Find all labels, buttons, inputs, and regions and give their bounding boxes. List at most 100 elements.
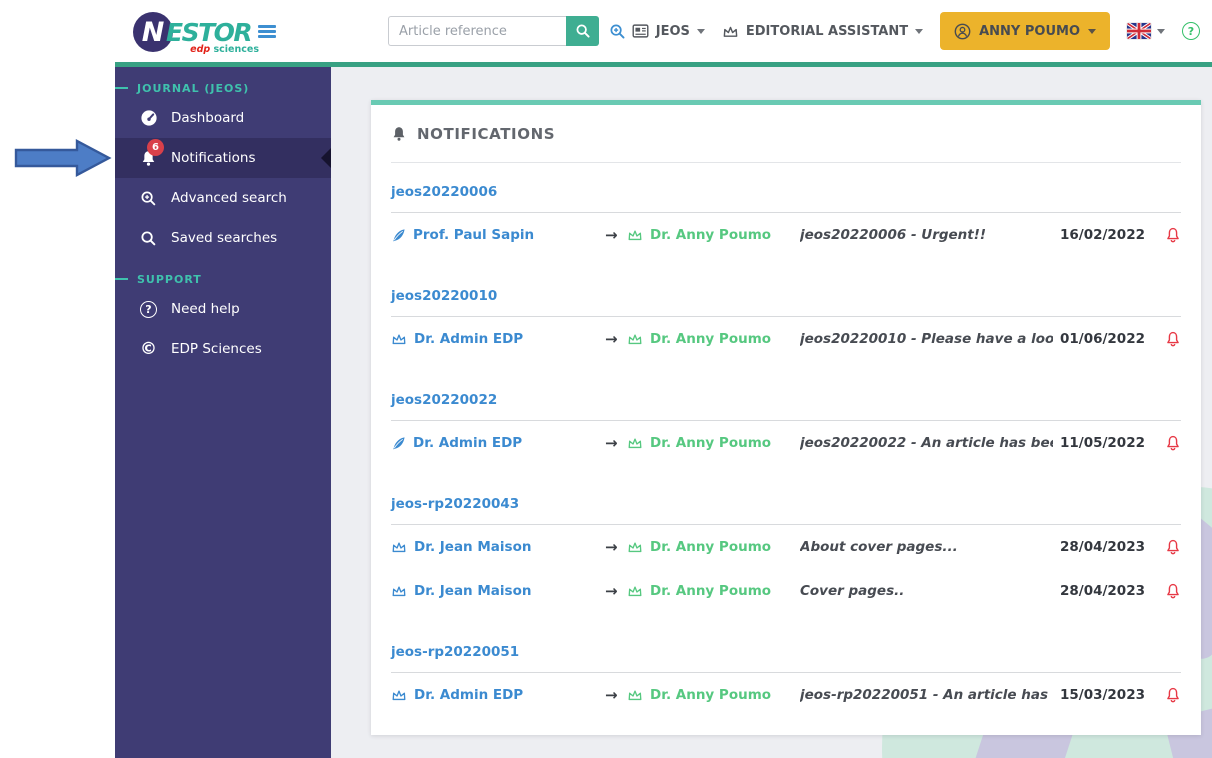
header-underline: [115, 62, 1212, 67]
role-label: EDITORIAL ASSISTANT: [745, 23, 909, 39]
notification-row[interactable]: Dr. Jean Maison → Dr. Anny Poumo Cover p…: [391, 569, 1181, 613]
crown-icon: [627, 332, 643, 346]
notification-date: 11/05/2022: [1059, 435, 1145, 451]
article-reference-link[interactable]: jeos20220010: [391, 287, 1181, 317]
unread-bell-icon[interactable]: [1145, 227, 1181, 244]
header-right-cluster: JEOS EDITORIAL ASSISTANT ANNY POUMO ?: [632, 0, 1200, 62]
user-menu-button[interactable]: ANNY POUMO: [940, 12, 1110, 50]
panel-title: NOTIFICATIONS: [417, 124, 556, 143]
arrow-right-icon: →: [605, 434, 618, 452]
notification-subject[interactable]: jeos-rp20220051 - An article has b...: [800, 687, 1053, 703]
notification-subject[interactable]: jeos20220022 - An article has been...: [800, 435, 1053, 451]
gauge-icon: [139, 109, 158, 127]
sidebar-item-need-help[interactable]: ? Need help: [115, 289, 331, 329]
search-button[interactable]: [566, 16, 599, 46]
recipient-link[interactable]: Dr. Anny Poumo: [627, 687, 800, 703]
article-reference-link[interactable]: jeos20220006: [391, 183, 1181, 213]
copyright-icon: ©: [140, 338, 157, 359]
notification-subject[interactable]: About cover pages...: [800, 539, 1053, 555]
crown-icon: [627, 540, 643, 554]
crown-icon: [391, 332, 407, 346]
sidebar-section-support: SUPPORT: [115, 269, 331, 289]
crown-icon: [722, 24, 739, 39]
crown-icon: [627, 228, 643, 242]
chevron-down-icon: [1088, 29, 1096, 34]
user-icon: [954, 23, 971, 40]
advanced-search-icon[interactable]: [609, 23, 626, 40]
notification-subject[interactable]: jeos20220006 - Urgent!!: [800, 227, 1053, 243]
role-dropdown[interactable]: EDITORIAL ASSISTANT: [722, 23, 924, 39]
notification-date: 01/06/2022: [1059, 331, 1145, 347]
recipient-link[interactable]: Dr. Anny Poumo: [627, 435, 800, 451]
nestor-logo-estor: ESTOR: [166, 17, 253, 47]
feather-icon: [391, 228, 406, 243]
notification-row[interactable]: Dr. Admin EDP → Dr. Anny Poumo jeos20220…: [391, 317, 1181, 361]
article-reference-link[interactable]: jeos20220022: [391, 391, 1181, 421]
nestor-logo[interactable]: N ESTOR edp sciences: [133, 9, 259, 55]
recipient-link[interactable]: Dr. Anny Poumo: [627, 331, 800, 347]
notifications-panel: NOTIFICATIONS jeos20220006 Prof. Paul Sa…: [371, 100, 1201, 735]
top-header: N ESTOR edp sciences JEOS: [0, 0, 1212, 62]
search-plus-icon: [139, 190, 158, 207]
sidebar-item-label: Advanced search: [171, 190, 287, 206]
chevron-down-icon: [1157, 29, 1165, 34]
notification-date: 15/03/2023: [1059, 687, 1145, 703]
sender-link[interactable]: Dr. Admin EDP: [391, 331, 605, 347]
notification-group: jeos20220010 Dr. Admin EDP → Dr. Anny Po…: [391, 287, 1181, 361]
notification-date: 28/04/2023: [1059, 539, 1145, 555]
sender-link[interactable]: Dr. Jean Maison: [391, 583, 605, 599]
sciences-logo-text: sciences: [213, 43, 259, 55]
journal-label: JEOS: [655, 23, 690, 39]
nestor-logo-subtitle: edp sciences: [190, 43, 259, 55]
sidebar-item-label: EDP Sciences: [171, 341, 262, 357]
user-name-label: ANNY POUMO: [979, 23, 1080, 39]
chevron-down-icon: [696, 29, 705, 34]
notification-row[interactable]: Dr. Jean Maison → Dr. Anny Poumo About c…: [391, 525, 1181, 569]
notification-row[interactable]: Prof. Paul Sapin → Dr. Anny Poumo jeos20…: [391, 213, 1181, 257]
sidebar-item-saved-searches[interactable]: Saved searches: [115, 218, 331, 258]
search-icon: [139, 230, 158, 247]
recipient-link[interactable]: Dr. Anny Poumo: [627, 539, 800, 555]
notification-subject[interactable]: Cover pages..: [800, 583, 1053, 599]
recipient-link[interactable]: Dr. Anny Poumo: [627, 583, 800, 599]
notification-group: jeos20220006 Prof. Paul Sapin → Dr. Anny…: [391, 183, 1181, 257]
sender-link[interactable]: Prof. Paul Sapin: [391, 227, 605, 243]
sidebar-section-journal: JOURNAL (JEOS): [115, 78, 331, 98]
sender-link[interactable]: Dr. Jean Maison: [391, 539, 605, 555]
notification-row[interactable]: Dr. Admin EDP → Dr. Anny Poumo jeos-rp20…: [391, 673, 1181, 717]
sidebar-item-notifications[interactable]: 6 Notifications: [115, 138, 331, 178]
notification-subject[interactable]: jeos20220010 - Please have a look: [800, 331, 1053, 347]
arrow-right-icon: →: [605, 686, 618, 704]
sender-link[interactable]: Dr. Admin EDP: [391, 687, 605, 703]
sidebar-item-label: Need help: [171, 301, 240, 317]
crown-icon: [627, 584, 643, 598]
arrow-right-icon: →: [605, 538, 618, 556]
arrow-right-icon: →: [605, 226, 618, 244]
edp-logo-text: edp: [190, 43, 211, 55]
notification-row[interactable]: Dr. Admin EDP → Dr. Anny Poumo jeos20220…: [391, 421, 1181, 465]
sidebar-item-label: Notifications: [171, 150, 256, 166]
sidebar-item-advanced-search[interactable]: Advanced search: [115, 178, 331, 218]
menu-toggle-icon[interactable]: [258, 25, 276, 38]
article-reference-link[interactable]: jeos-rp20220043: [391, 495, 1181, 525]
notification-group: jeos20220022 Dr. Admin EDP → Dr. Anny Po…: [391, 391, 1181, 465]
notification-group: jeos-rp20220051 Dr. Admin EDP → Dr. Anny…: [391, 643, 1181, 717]
language-dropdown[interactable]: [1127, 23, 1165, 39]
article-reference-link[interactable]: jeos-rp20220051: [391, 643, 1181, 673]
unread-bell-icon[interactable]: [1145, 583, 1181, 600]
unread-bell-icon[interactable]: [1145, 539, 1181, 556]
notification-date: 16/02/2022: [1059, 227, 1145, 243]
bell-icon: [391, 126, 407, 142]
unread-bell-icon[interactable]: [1145, 331, 1181, 348]
unread-bell-icon[interactable]: [1145, 435, 1181, 452]
sidebar-item-edp-sciences[interactable]: © EDP Sciences: [115, 329, 331, 369]
sender-link[interactable]: Dr. Admin EDP: [391, 435, 605, 451]
journal-dropdown[interactable]: JEOS: [632, 24, 705, 39]
sidebar-item-dashboard[interactable]: Dashboard: [115, 98, 331, 138]
notification-group: jeos-rp20220043 Dr. Jean Maison → Dr. An…: [391, 495, 1181, 613]
search-icon: [575, 23, 591, 39]
article-reference-input[interactable]: [388, 16, 566, 46]
unread-bell-icon[interactable]: [1145, 687, 1181, 704]
help-icon[interactable]: ?: [1182, 22, 1200, 40]
recipient-link[interactable]: Dr. Anny Poumo: [627, 227, 800, 243]
